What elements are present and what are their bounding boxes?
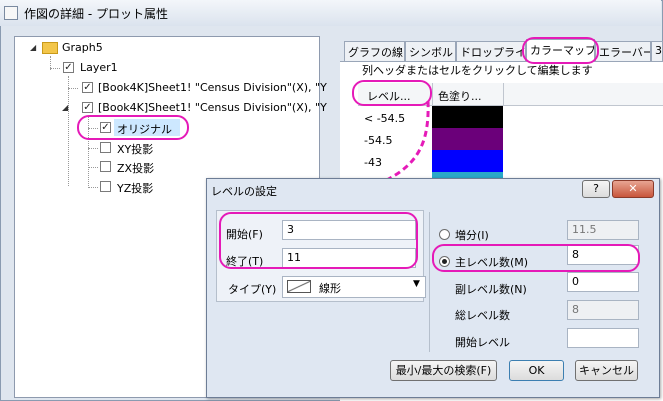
increment-label: 増分(I) [455,229,489,242]
ok-button[interactable]: OK [509,360,564,381]
color-swatch-3[interactable] [432,150,503,172]
fill-column-header[interactable]: 色塗り... [438,88,482,104]
xy-checkbox[interactable] [100,142,111,153]
color-swatch-1[interactable] [432,106,503,128]
help-button[interactable]: ? [582,180,610,198]
total-label: 総レベル数 [455,309,510,322]
tree-item-zx[interactable]: ZX投影 [117,160,154,176]
tree-item-yz[interactable]: YZ投影 [117,180,153,196]
type-label: タイプ(Y) [228,283,277,296]
divider [429,212,430,352]
increment-field[interactable]: 11.5 [567,220,639,240]
linear-icon [287,280,311,293]
tab-more[interactable]: 3 [651,41,663,61]
highlight-original [77,115,189,140]
zx-checkbox[interactable] [100,161,111,172]
type-dropdown[interactable]: 線形 ▼ [282,276,426,298]
dialog-title: レベルの設定 [211,185,277,198]
tree-item-xy[interactable]: XY投影 [117,141,153,157]
tab-line[interactable]: グラフの線 [344,41,405,61]
collapse-icon[interactable]: ◢ [62,103,68,112]
highlight-colormap-tab [522,37,599,64]
tab-dropline[interactable]: ドロップライン [456,41,526,61]
total-field: 8 [567,300,639,320]
color-swatch-2[interactable] [432,128,503,150]
highlight-range [219,212,418,269]
find-minmax-button[interactable]: 最小/最大の検索(F) [390,360,497,381]
start-level-label: 開始レベル [455,336,510,349]
plot2-checkbox[interactable]: ✓ [82,102,93,113]
minor-field[interactable]: 0 [567,272,639,292]
app-icon [4,6,18,20]
increment-radio[interactable] [439,229,450,240]
start-level-field[interactable] [567,328,639,348]
chevron-down-icon: ▼ [413,279,420,289]
close-button[interactable]: ✕ [612,180,654,198]
window-title: 作図の詳細 - プロット属性 [24,7,168,21]
minor-label: 副レベル数(N) [455,283,527,296]
tab-errorbar[interactable]: エラーバー [595,41,651,61]
type-value: 線形 [319,282,341,295]
colormap-hint: 列ヘッダまたはセルをクリックして編集します [362,64,593,77]
tree-item-graph[interactable]: Graph5 [62,41,103,54]
collapse-icon[interactable]: ◢ [30,43,36,52]
yz-checkbox[interactable] [100,181,111,192]
tree-item-plot1[interactable]: [Book4K]Sheet1! "Census Division"(X), "Y [98,81,327,94]
tree-item-plot2[interactable]: [Book4K]Sheet1! "Census Division"(X), "Y [98,101,327,114]
tab-symbol[interactable]: シンボル [405,41,456,61]
layer-checkbox[interactable]: ✓ [63,62,74,73]
plot1-checkbox[interactable]: ✓ [82,82,93,93]
folder-icon [42,42,58,54]
cancel-button[interactable]: キャンセル [575,360,638,381]
highlight-major [432,244,640,272]
tree-item-layer[interactable]: Layer1 [80,61,118,74]
